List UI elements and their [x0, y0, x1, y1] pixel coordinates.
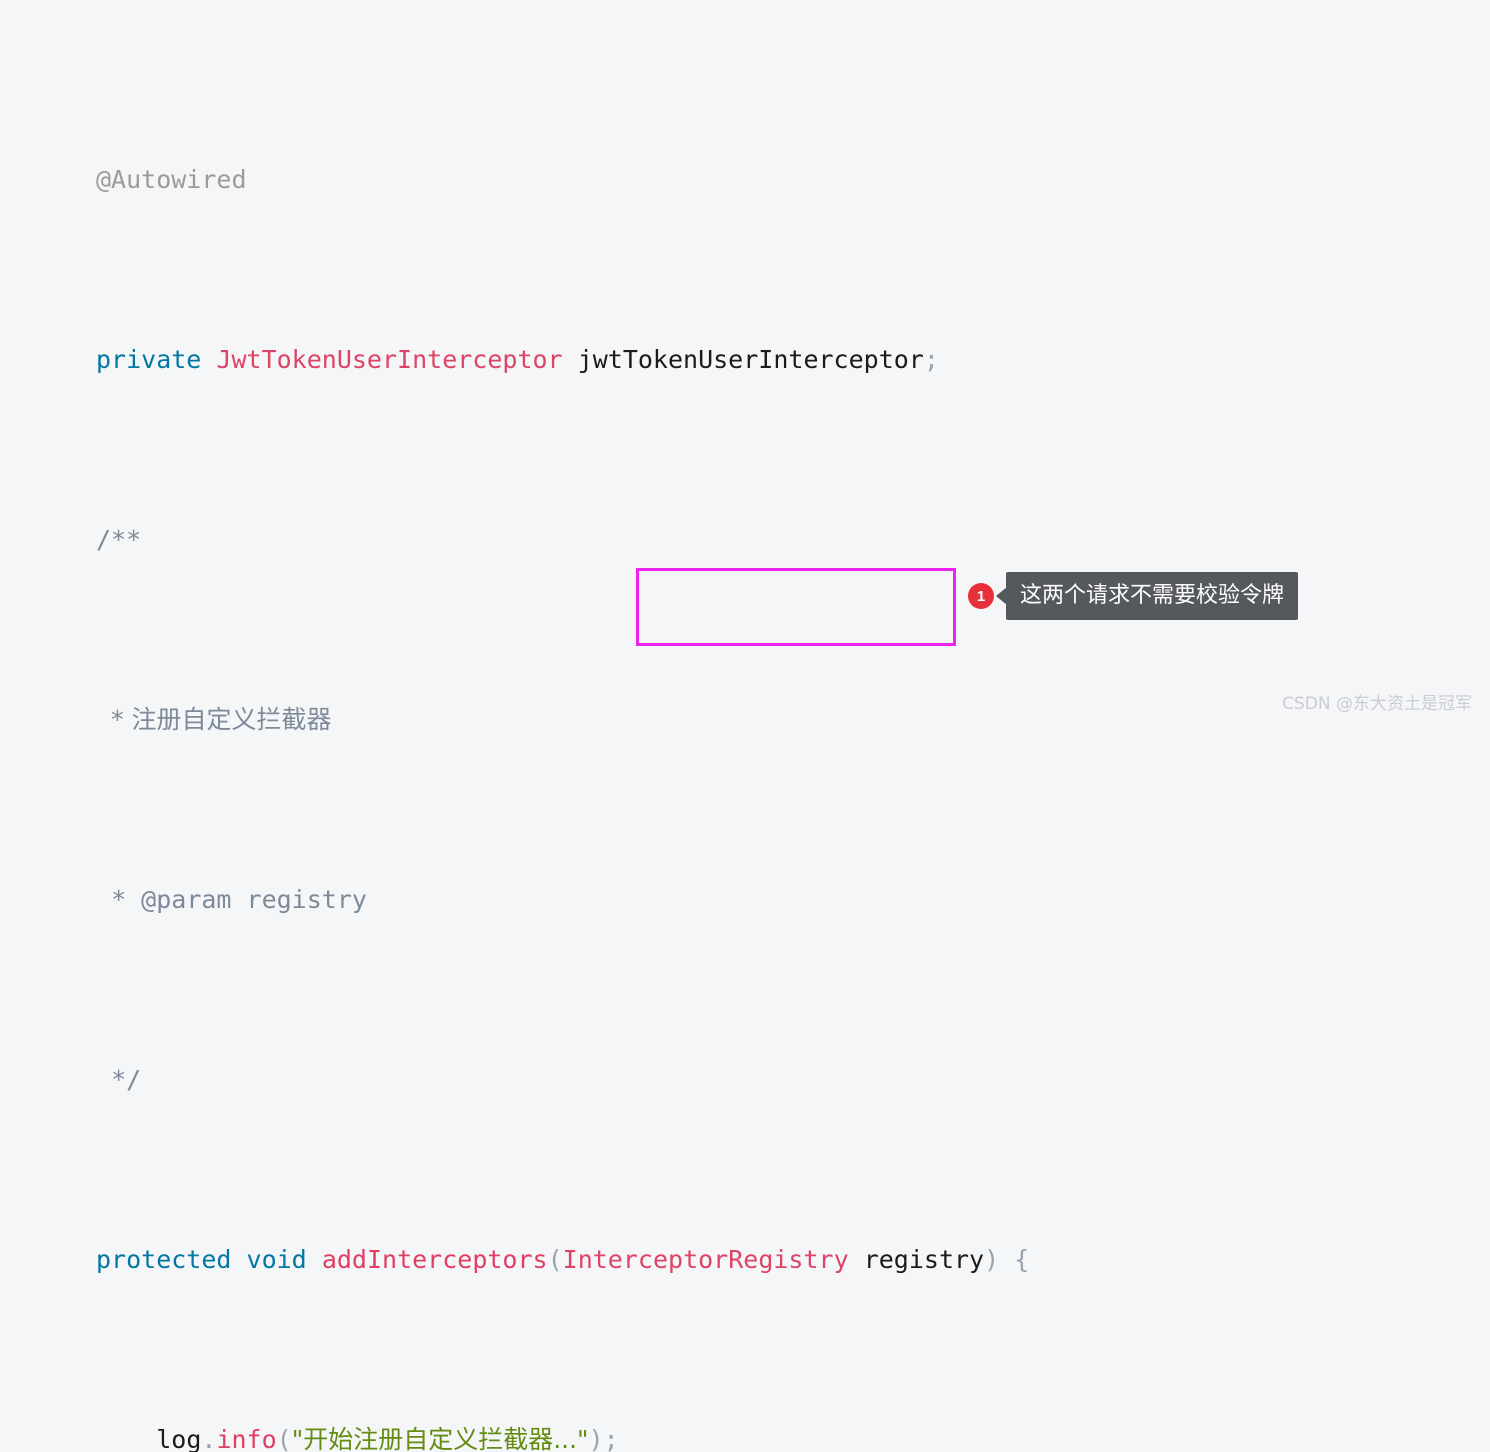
code-line-javadoc-open: /**	[96, 517, 1029, 562]
method-info-token: info	[216, 1425, 277, 1452]
code-line-javadoc-close: */	[96, 1057, 1029, 1102]
comment-close-token: */	[111, 1065, 142, 1094]
object-log-token: log	[156, 1425, 202, 1452]
comment-description-token: * 注册自定义拦截器	[111, 705, 332, 734]
paren-close-token: )	[588, 1425, 604, 1452]
string-log-message-token: "开始注册自定义拦截器..."	[291, 1425, 589, 1452]
brace-open-token: {	[1014, 1245, 1030, 1274]
keyword-void-token: void	[246, 1245, 307, 1274]
paren-open-token: (	[276, 1425, 292, 1452]
callout-bubble-text: 这两个请求不需要校验令牌	[1006, 572, 1299, 620]
code-line-javadoc-param: * @param registry	[96, 877, 1029, 922]
variable-jwt-token-user-interceptor-token: jwtTokenUserInterceptor	[577, 345, 924, 374]
comment-open-token: /**	[96, 525, 142, 554]
paren-open-token: (	[547, 1245, 563, 1274]
code-block: @Autowired private JwtTokenUserIntercept…	[0, 0, 1490, 1452]
keyword-protected-token: protected	[96, 1245, 232, 1274]
callout-annotation: 1 这两个请求不需要校验令牌	[968, 572, 1299, 620]
code-line-log-info: log.info("开始注册自定义拦截器...");	[96, 1417, 1029, 1452]
code-line-method-signature: protected void addInterceptors(Intercept…	[96, 1237, 1029, 1282]
paren-close-token: )	[984, 1245, 1000, 1274]
callout-badge: 1	[968, 583, 994, 609]
code-line-field-declaration: private JwtTokenUserInterceptor jwtToken…	[96, 337, 1029, 382]
code-line-javadoc-description: * 注册自定义拦截器	[96, 697, 1029, 742]
semicolon-token: ;	[923, 345, 939, 374]
code-lines-container[interactable]: @Autowired private JwtTokenUserIntercept…	[96, 22, 1029, 1452]
method-add-interceptors-token: addInterceptors	[321, 1245, 548, 1274]
comment-param-token: * @param registry	[111, 885, 367, 914]
keyword-private-token: private	[96, 345, 202, 374]
annotation-token: @Autowired	[96, 165, 247, 194]
type-jwt-token-user-interceptor-token: JwtTokenUserInterceptor	[216, 345, 563, 374]
code-line-autowired: @Autowired	[96, 157, 1029, 202]
watermark: CSDN @东大资土是冠军	[1282, 694, 1472, 714]
type-interceptor-registry-token: InterceptorRegistry	[562, 1245, 849, 1274]
dot-token: .	[201, 1425, 217, 1452]
param-registry-token: registry	[863, 1245, 985, 1274]
semicolon-token: ;	[603, 1425, 619, 1452]
